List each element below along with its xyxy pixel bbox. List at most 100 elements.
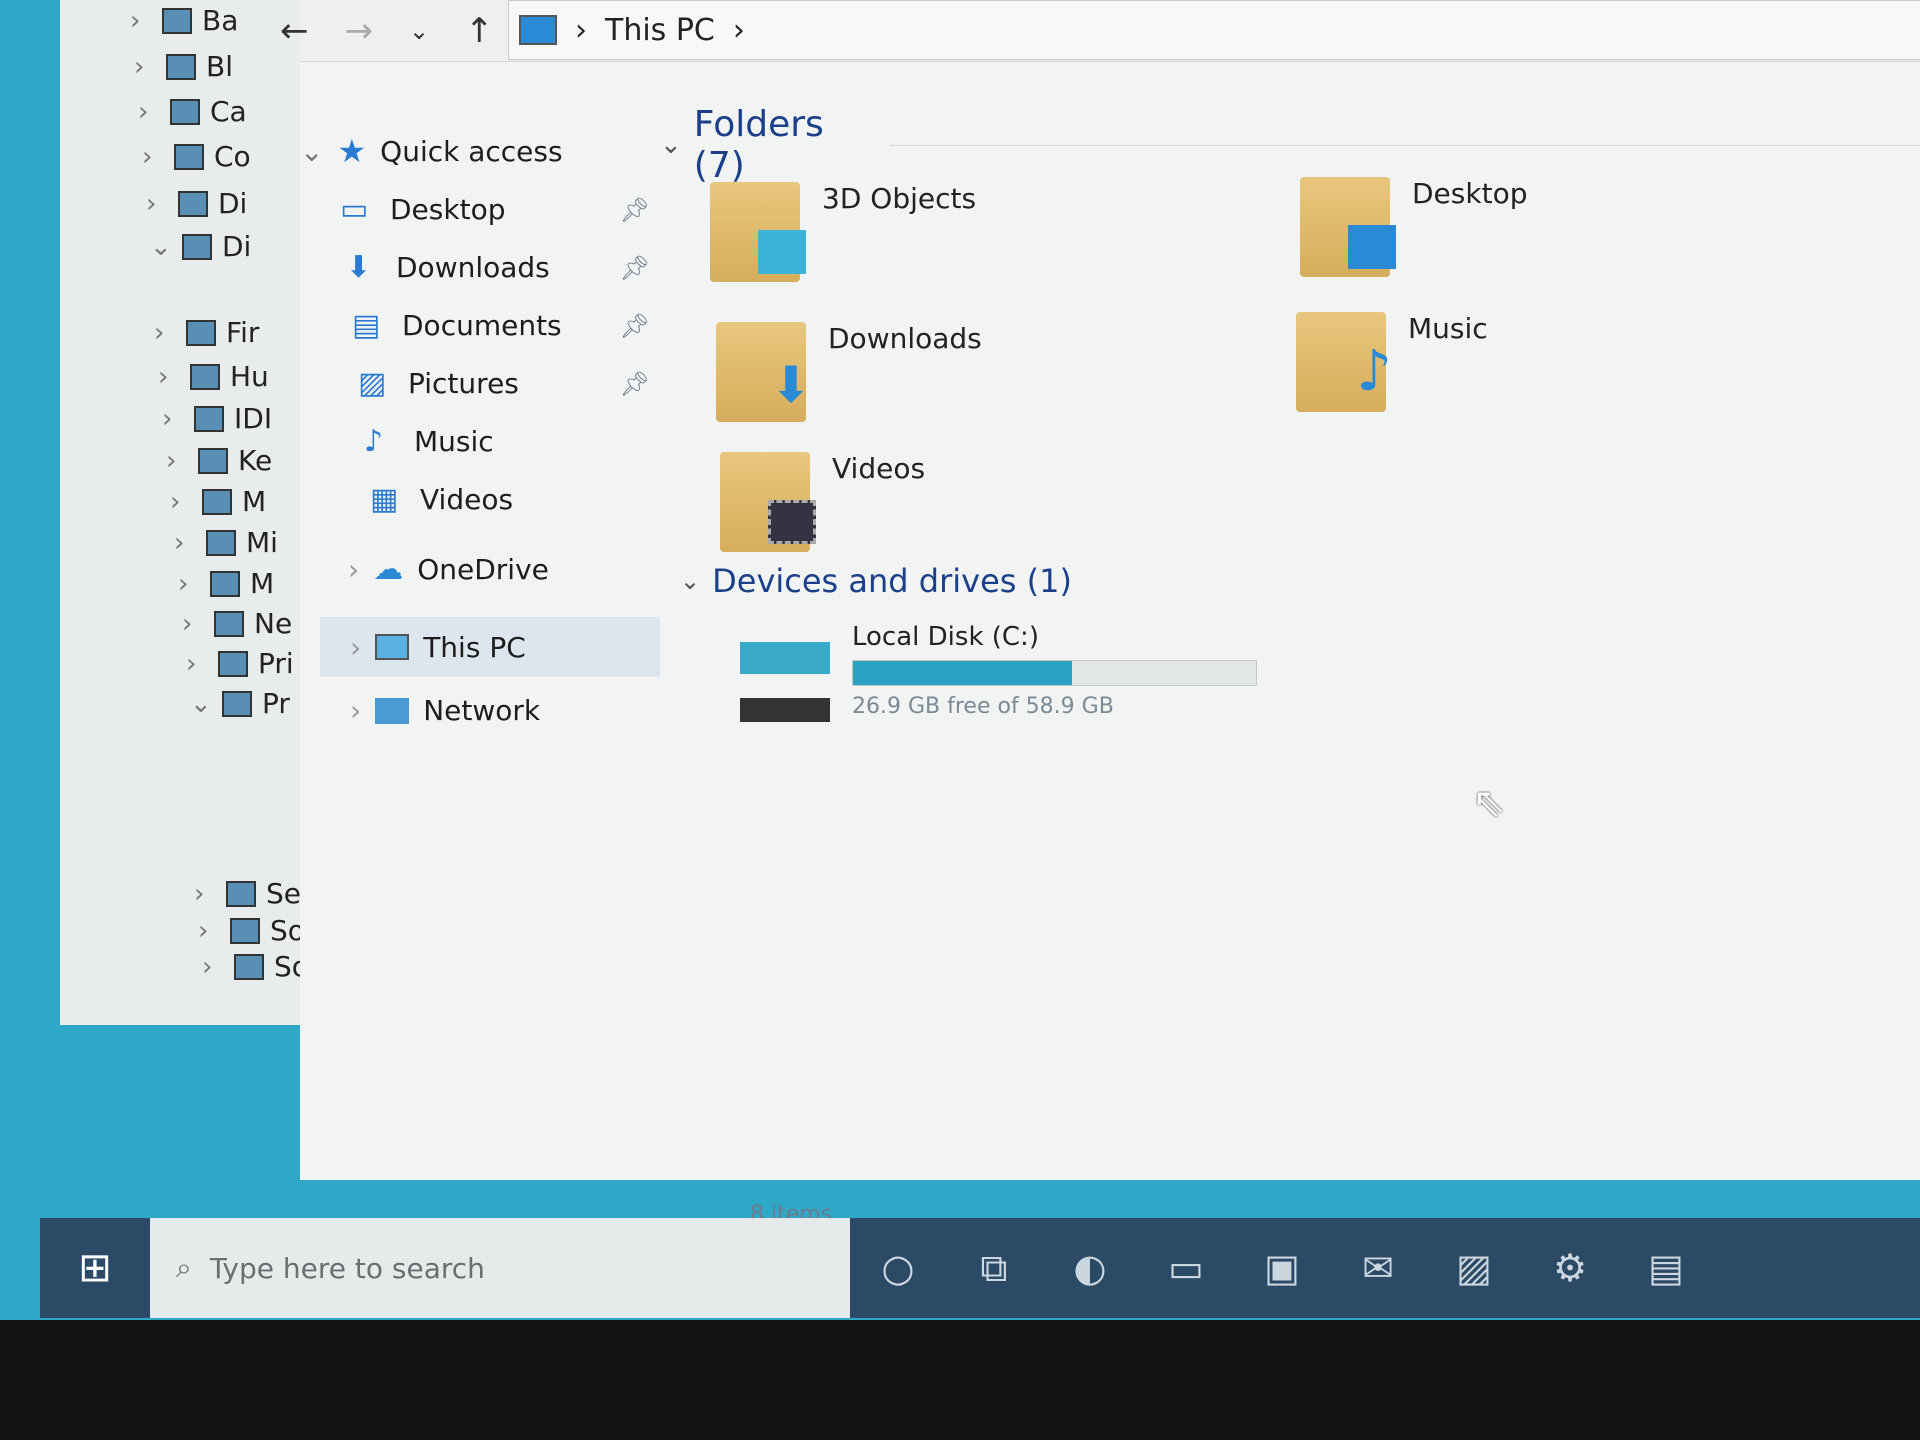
- nav-downloads[interactable]: ⬇ Downloads 📌︎: [346, 250, 660, 285]
- pin-icon[interactable]: 📌︎: [620, 196, 650, 224]
- device-category[interactable]: ⌄ Pr: [190, 687, 290, 720]
- nav-desktop[interactable]: ▭ Desktop 📌︎: [340, 192, 660, 227]
- device-category[interactable]: › Ke: [166, 444, 272, 477]
- videos-folder-icon: [720, 452, 816, 552]
- music-folder-icon: ♪: [1296, 312, 1392, 412]
- chevron-right-icon[interactable]: ›: [142, 142, 164, 172]
- device-category[interactable]: › Fir: [154, 316, 259, 349]
- devices-group-header[interactable]: ⌄ Devices and drives (1): [680, 562, 1072, 600]
- nav-quick-access[interactable]: ⌄ ★ Quick access: [300, 132, 660, 170]
- device-icon: [182, 233, 212, 260]
- nav-documents[interactable]: ▤ Documents 📌︎: [352, 308, 660, 343]
- chevron-right-icon[interactable]: ›: [350, 631, 361, 664]
- device-category[interactable]: › Di: [146, 187, 247, 220]
- start-button[interactable]: ⊞: [40, 1218, 150, 1318]
- store-icon[interactable]: ▣: [1234, 1218, 1330, 1318]
- chevron-right-icon[interactable]: ›: [186, 649, 208, 679]
- device-category[interactable]: › Ca: [138, 95, 247, 128]
- back-button[interactable]: ←: [280, 11, 309, 51]
- chevron-right-icon[interactable]: ›: [154, 318, 176, 348]
- device-category[interactable]: ⌄ Di: [150, 230, 251, 263]
- task-view-icon[interactable]: ⧉: [946, 1218, 1042, 1318]
- folder-label: Music: [1408, 312, 1488, 345]
- chevron-right-icon[interactable]: ›: [166, 446, 188, 476]
- nav-videos[interactable]: ▦ Videos: [370, 482, 660, 517]
- pictures-icon: ▨: [358, 366, 387, 401]
- chevron-down-icon[interactable]: ⌄: [190, 689, 212, 719]
- pin-icon[interactable]: 📌︎: [620, 370, 650, 398]
- chevron-right-icon[interactable]: ›: [146, 189, 168, 219]
- device-category[interactable]: › Bl: [134, 50, 233, 83]
- device-label: Pr: [262, 687, 290, 720]
- device-category[interactable]: › IDI: [162, 402, 272, 435]
- chevron-right-icon[interactable]: ›: [170, 487, 192, 517]
- nav-pictures[interactable]: ▨ Pictures 📌︎: [358, 366, 660, 401]
- chevron-right-icon[interactable]: ›: [350, 694, 361, 727]
- folder-music[interactable]: ♪ Music: [1296, 312, 1488, 412]
- device-label: Co: [214, 140, 251, 173]
- breadcrumb-this-pc[interactable]: This PC: [605, 13, 715, 48]
- chevron-right-icon[interactable]: ›: [202, 952, 224, 982]
- folders-group-header[interactable]: ⌄ Folders (7): [660, 104, 1920, 186]
- device-category[interactable]: › Hu: [158, 360, 269, 393]
- folder-downloads[interactable]: ⬇ Downloads: [716, 322, 982, 422]
- forward-button[interactable]: →: [345, 11, 374, 51]
- chevron-right-icon[interactable]: ›: [348, 553, 359, 586]
- taskbar-search-box[interactable]: ⌕ Type here to search: [150, 1218, 850, 1318]
- folder-3d-objects[interactable]: 3D Objects: [710, 182, 976, 282]
- folder-desktop[interactable]: Desktop: [1300, 177, 1527, 277]
- device-category[interactable]: › Se: [194, 877, 301, 910]
- recent-locations-button[interactable]: ⌄: [409, 17, 429, 45]
- nav-music[interactable]: ♪ Music: [364, 424, 660, 459]
- settings-icon[interactable]: ⚙: [1522, 1218, 1618, 1318]
- chevron-right-icon[interactable]: ›: [138, 97, 160, 127]
- mouse-cursor-icon: ⇖: [1472, 780, 1506, 826]
- documents-icon: ▤: [352, 308, 381, 343]
- up-button[interactable]: ↑: [465, 11, 494, 51]
- device-category[interactable]: › M: [170, 485, 266, 518]
- device-category[interactable]: › M: [178, 567, 274, 600]
- nav-onedrive[interactable]: › ☁ OneDrive: [348, 552, 708, 587]
- device-icon: [230, 917, 260, 944]
- chevron-right-icon[interactable]: ›: [174, 528, 196, 558]
- chevron-down-icon[interactable]: ⌄: [680, 567, 700, 595]
- nav-network[interactable]: › Network: [350, 694, 710, 727]
- chevron-right-icon[interactable]: ›: [130, 6, 152, 36]
- chevron-right-icon[interactable]: ›: [198, 916, 220, 946]
- chevron-right-icon[interactable]: ›: [162, 404, 184, 434]
- device-icon: [194, 405, 224, 432]
- mail-icon[interactable]: ✉: [1330, 1218, 1426, 1318]
- device-icon[interactable]: ▤: [1618, 1218, 1714, 1318]
- downloads-folder-icon: ⬇: [716, 322, 812, 422]
- drive-local-disk-c[interactable]: Local Disk (C:) 26.9 GB free of 58.9 GB: [740, 622, 1257, 722]
- device-label: Di: [218, 187, 248, 220]
- cloud-icon: ☁: [373, 552, 404, 587]
- pin-icon[interactable]: 📌︎: [620, 312, 650, 340]
- device-category[interactable]: › Pri: [186, 647, 294, 680]
- chevron-down-icon[interactable]: ⌄: [660, 130, 682, 160]
- device-category[interactable]: › Co: [142, 140, 251, 173]
- chevron-right-icon[interactable]: ›: [134, 52, 156, 82]
- chevron-right-icon[interactable]: ›: [194, 879, 216, 909]
- cortana-icon[interactable]: ○: [850, 1218, 946, 1318]
- chevron-right-icon[interactable]: ›: [178, 569, 200, 599]
- device-category[interactable]: › So: [198, 914, 305, 947]
- computer-icon: [519, 15, 557, 45]
- device-category[interactable]: › Mi: [174, 526, 278, 559]
- nav-label: Pictures: [408, 367, 519, 400]
- chevron-down-icon[interactable]: ⌄: [300, 135, 323, 168]
- device-category[interactable]: › Ba: [130, 4, 238, 37]
- device-label: M: [250, 567, 275, 600]
- photos-icon[interactable]: ▨: [1426, 1218, 1522, 1318]
- device-category[interactable]: › Ne: [182, 607, 292, 640]
- file-explorer-icon[interactable]: ▭: [1138, 1218, 1234, 1318]
- chevron-right-icon[interactable]: ›: [158, 362, 180, 392]
- edge-icon[interactable]: ◐: [1042, 1218, 1138, 1318]
- address-bar[interactable]: › This PC ›: [508, 0, 1920, 60]
- nav-this-pc[interactable]: › This PC: [320, 617, 660, 677]
- pin-icon[interactable]: 📌︎: [620, 254, 650, 282]
- chevron-right-icon[interactable]: ›: [182, 609, 204, 639]
- folder-videos[interactable]: Videos: [720, 452, 925, 552]
- chevron-down-icon[interactable]: ⌄: [150, 232, 172, 262]
- device-category[interactable]: › So: [202, 950, 309, 983]
